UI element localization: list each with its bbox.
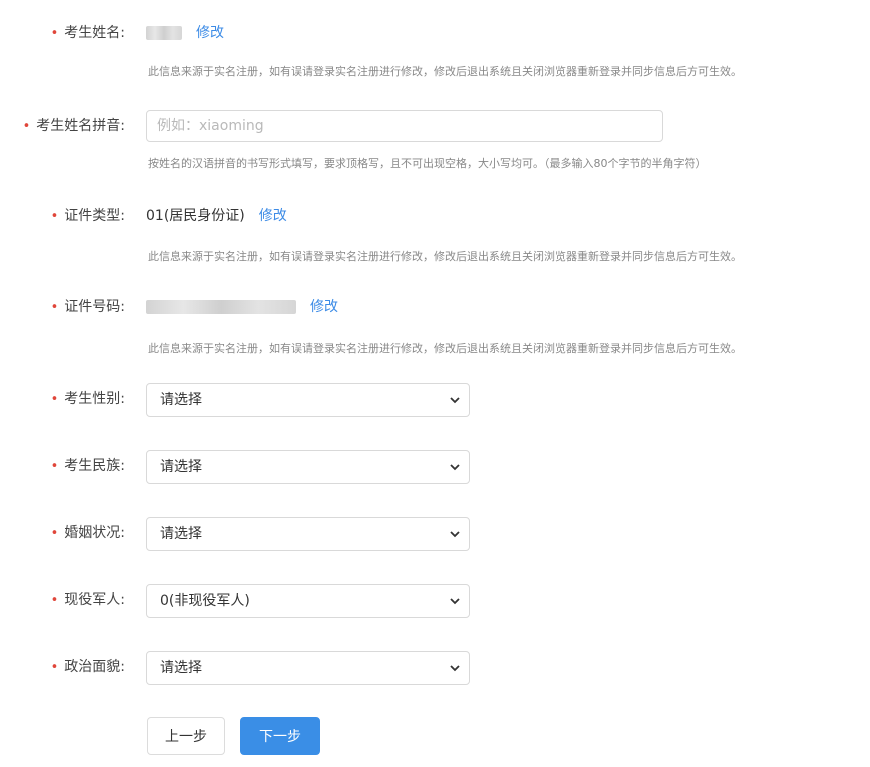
pinyin-hint: 按姓名的汉语拼音的书写形式填写，要求顶格写，且不可出现空格，大小写均可。（最多输… <box>148 157 707 170</box>
chevron-down-icon <box>450 464 460 471</box>
id-type-hint: 此信息来源于实名注册，如有误请登录实名注册进行修改，修改后退出系统且关闭浏览器重… <box>148 250 742 263</box>
gender-label: • 考生性别: <box>50 391 125 407</box>
name-value: 修改 <box>146 17 224 49</box>
required-mark: • <box>50 593 59 608</box>
ethnicity-select[interactable]: 请选择 <box>146 450 470 484</box>
required-mark: • <box>50 526 59 541</box>
id-number-value: 修改 <box>146 291 338 323</box>
masked-id-number <box>146 300 296 314</box>
required-mark: • <box>50 300 59 315</box>
id-type-value: 01(居民身份证) 修改 <box>146 208 287 224</box>
required-mark: • <box>50 660 59 675</box>
political-label: • 政治面貌: <box>50 659 125 675</box>
required-mark: • <box>50 459 59 474</box>
military-label: • 现役军人: <box>50 592 125 608</box>
required-mark: • <box>50 209 59 224</box>
military-select[interactable]: 0(非现役军人) <box>146 584 470 618</box>
gender-selected: 请选择 <box>160 392 202 408</box>
id-number-label: • 证件号码: <box>50 299 125 315</box>
required-mark: • <box>22 119 31 134</box>
ethnicity-selected: 请选择 <box>160 459 202 475</box>
name-hint: 此信息来源于实名注册，如有误请登录实名注册进行修改，修改后退出系统且关闭浏览器重… <box>148 65 742 78</box>
ethnicity-label: • 考生民族: <box>50 458 125 474</box>
id-number-edit-link[interactable]: 修改 <box>310 299 338 315</box>
gender-select[interactable]: 请选择 <box>146 383 470 417</box>
id-number-hint: 此信息来源于实名注册，如有误请登录实名注册进行修改，修改后退出系统且关闭浏览器重… <box>148 342 742 355</box>
marital-select[interactable]: 请选择 <box>146 517 470 551</box>
political-select[interactable]: 请选择 <box>146 651 470 685</box>
political-selected: 请选择 <box>160 660 202 676</box>
required-mark: • <box>50 26 59 41</box>
name-edit-link[interactable]: 修改 <box>196 25 224 41</box>
name-label: • 考生姓名: <box>50 25 125 41</box>
prev-step-button[interactable]: 上一步 <box>147 717 225 755</box>
pinyin-input[interactable] <box>146 110 663 142</box>
chevron-down-icon <box>450 598 460 605</box>
chevron-down-icon <box>450 397 460 404</box>
marital-label: • 婚姻状况: <box>50 525 125 541</box>
id-type-label: • 证件类型: <box>50 208 125 224</box>
military-selected: 0(非现役军人) <box>160 593 250 609</box>
required-mark: • <box>50 392 59 407</box>
next-step-button[interactable]: 下一步 <box>240 717 320 755</box>
chevron-down-icon <box>450 665 460 672</box>
masked-name <box>146 26 182 40</box>
marital-selected: 请选择 <box>160 526 202 542</box>
chevron-down-icon <box>450 531 460 538</box>
pinyin-label: • 考生姓名拼音: <box>22 118 125 134</box>
id-type-edit-link[interactable]: 修改 <box>259 208 287 224</box>
